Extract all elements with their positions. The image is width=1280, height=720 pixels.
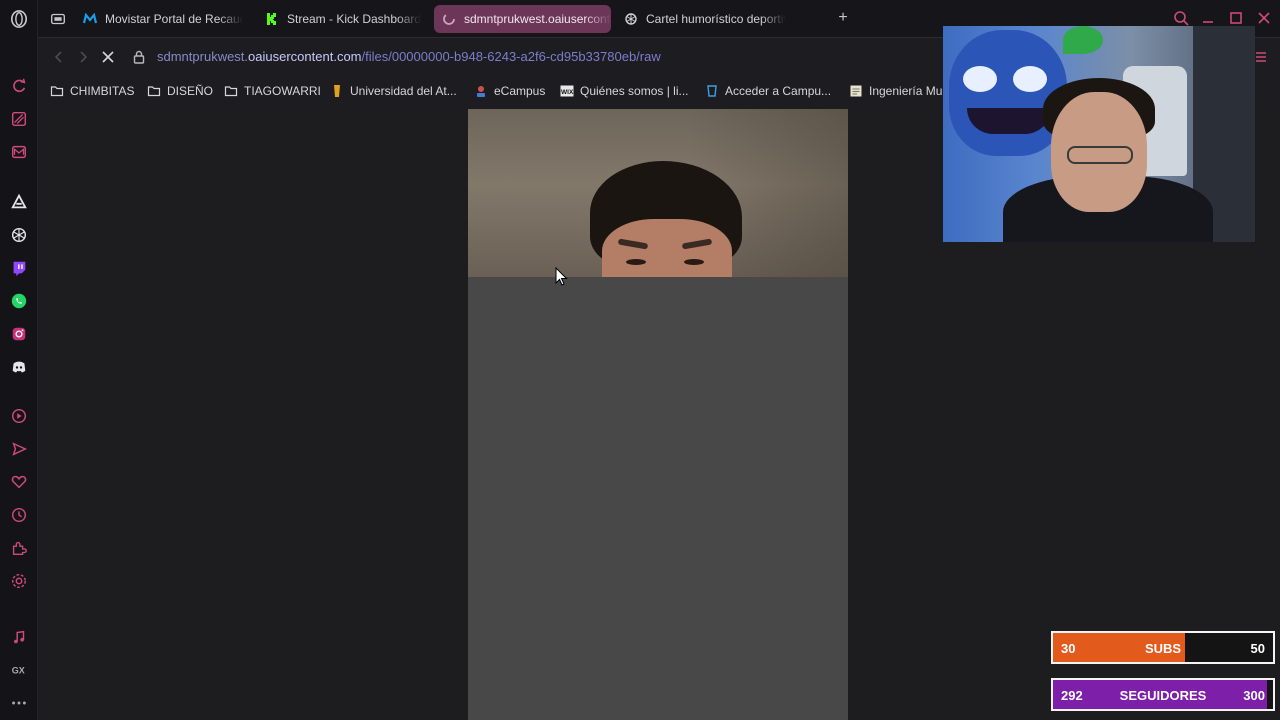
sidebar: GX [0, 0, 38, 720]
doc-icon [849, 84, 863, 98]
easy-setup-icon[interactable] [9, 109, 29, 129]
gmail-icon[interactable] [9, 142, 29, 162]
ecampus-icon [474, 84, 488, 98]
svg-text:WIX: WIX [561, 89, 574, 96]
heart-icon[interactable] [9, 472, 29, 492]
url-field[interactable]: sdmntprukwest.oaiusercontent.com/files/0… [157, 49, 661, 64]
url-subdomain: sdmntprukwest. [157, 49, 249, 64]
discord-icon[interactable] [9, 357, 29, 377]
folder-icon [147, 84, 161, 98]
tab-oaiusercontent[interactable]: sdmntprukwest.oaiusercontent.com [434, 5, 611, 33]
stop-loading-icon[interactable] [101, 50, 115, 64]
gx-corner-icon[interactable]: GX [9, 660, 29, 680]
bookmark-folder-tiagowarri[interactable]: TIAGOWARRI [224, 83, 321, 99]
extensions-icon[interactable] [9, 538, 29, 558]
minimize-icon[interactable] [1200, 10, 1216, 26]
opera-logo-icon[interactable] [9, 9, 29, 29]
bookmark-ingenieria[interactable]: Ingeniería Mu [849, 83, 942, 99]
wix-icon: WIX [560, 84, 574, 98]
tab-label: Movistar Portal de Recaudo [105, 12, 243, 26]
url-host: oaiusercontent.com [248, 49, 362, 64]
refresh-history-icon[interactable] [9, 76, 29, 96]
bookmark-label: DISEÑO [167, 84, 214, 98]
aria-ai-icon[interactable] [9, 192, 29, 212]
bookmark-folder-chimbitas[interactable]: CHIMBITAS [50, 83, 134, 99]
loading-spinner-icon [442, 12, 456, 26]
tab-manager-icon[interactable] [48, 9, 68, 29]
easy-setup-menu-icon[interactable] [1254, 50, 1268, 64]
music-icon[interactable] [9, 627, 29, 647]
bookmark-label: CHIMBITAS [70, 84, 135, 98]
url-path: /files/00000000-b948-6243-a2f6-cd95b3378… [361, 49, 661, 64]
settings-gear-icon[interactable] [9, 571, 29, 591]
bookmark-label: Universidad del At... [350, 84, 457, 98]
movistar-icon [83, 12, 97, 26]
history-clock-icon[interactable] [9, 505, 29, 525]
bookmark-acceder-campus[interactable]: Acceder a Campu... [705, 83, 831, 99]
photo-partial [468, 109, 848, 277]
loading-image[interactable] [468, 109, 848, 720]
player-icon[interactable] [9, 406, 29, 426]
tab-kick-dashboard[interactable]: Stream - Kick Dashboard [257, 5, 427, 33]
bookmark-label: eCampus [494, 84, 546, 98]
university-icon [330, 84, 344, 98]
bookmark-label: Ingeniería Mu [869, 84, 943, 98]
bookmark-folder-diseno[interactable]: DISEÑO [147, 83, 213, 99]
more-dots-icon[interactable] [9, 693, 29, 713]
lock-icon[interactable] [132, 50, 146, 64]
followers-goal-bar: 292 SEGUIDORES 300 [1051, 678, 1275, 711]
bookmark-universidad[interactable]: Universidad del At... [330, 83, 457, 99]
instagram-icon[interactable] [9, 324, 29, 344]
bookmark-label: TIAGOWARRI [244, 84, 321, 98]
tab-label: Cartel humorístico deportivo [646, 12, 786, 26]
tab-cartel-humoristico[interactable]: Cartel humorístico deportivo [616, 5, 786, 33]
close-window-icon[interactable] [1256, 10, 1272, 26]
subs-max: 50 [1250, 641, 1265, 656]
folder-icon [224, 84, 238, 98]
bookmark-quienes-somos[interactable]: WIX Quiénes somos | li... [560, 83, 689, 99]
new-tab-button[interactable]: + [835, 9, 851, 27]
search-tabs-icon[interactable] [1173, 10, 1189, 26]
chatgpt-icon [624, 12, 638, 26]
subs-goal-bar: 30 SUBS 50 [1051, 631, 1275, 664]
maximize-icon[interactable] [1228, 10, 1244, 26]
tab-label: sdmntprukwest.oaiusercontent.com [464, 12, 611, 26]
bookmark-ecampus[interactable]: eCampus [474, 83, 545, 99]
campus-icon [705, 84, 719, 98]
bookmark-label: Acceder a Campu... [725, 84, 832, 98]
send-flow-icon[interactable] [9, 439, 29, 459]
tab-label: Stream - Kick Dashboard [287, 12, 422, 26]
twitch-icon[interactable] [9, 258, 29, 278]
svg-text:GX: GX [12, 666, 25, 676]
folder-icon [50, 84, 64, 98]
subs-label: SUBS [1144, 641, 1182, 656]
webcam-overlay [943, 26, 1255, 242]
forward-arrow-icon[interactable] [76, 50, 90, 64]
kick-icon [265, 12, 279, 26]
whatsapp-icon[interactable] [9, 291, 29, 311]
bookmark-label: Quiénes somos | li... [580, 84, 689, 98]
followers-label: SEGUIDORES [1119, 688, 1207, 703]
mouse-cursor-icon [555, 266, 569, 287]
back-arrow-icon[interactable] [52, 50, 66, 64]
followers-max: 300 [1243, 688, 1265, 703]
tab-movistar[interactable]: Movistar Portal de Recaudo [75, 5, 243, 33]
chatgpt-icon[interactable] [9, 225, 29, 245]
